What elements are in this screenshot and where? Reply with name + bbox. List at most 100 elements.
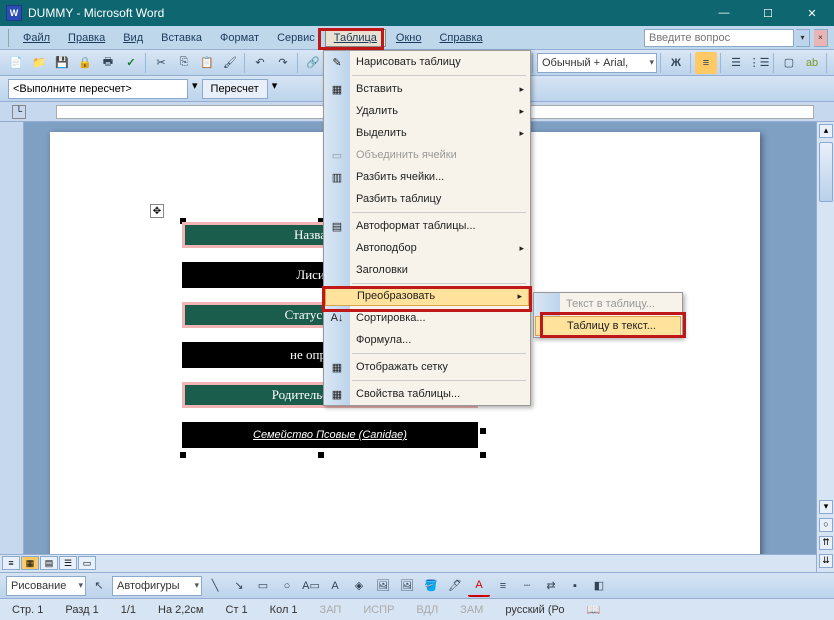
close-doc-button[interactable]: × xyxy=(814,29,828,47)
line-icon[interactable]: ╲ xyxy=(204,575,226,597)
3d-icon[interactable]: ◧ xyxy=(588,575,610,597)
rectangle-icon[interactable]: ▭ xyxy=(252,575,274,597)
submenu-item[interactable]: Таблицу в текст... xyxy=(535,316,681,336)
menu-item[interactable]: ▤Автоформат таблицы... xyxy=(324,215,530,237)
menu-file[interactable]: Файл xyxy=(15,30,58,46)
select-browse-object[interactable]: ○ xyxy=(819,518,833,532)
close-button[interactable]: ✕ xyxy=(790,0,834,26)
menu-item[interactable]: Удалить▸ xyxy=(324,100,530,122)
help-question-input[interactable] xyxy=(644,29,794,47)
menu-item[interactable]: ▦Отображать сетку xyxy=(324,356,530,378)
scroll-up-button[interactable]: ▴ xyxy=(819,124,833,138)
clipart-icon[interactable]: 🖼 xyxy=(372,575,394,597)
new-doc-icon[interactable]: 📄 xyxy=(5,52,27,74)
reading-view-icon[interactable]: ▭ xyxy=(78,556,96,570)
save-icon[interactable]: 💾 xyxy=(51,52,73,74)
menu-window[interactable]: Окно xyxy=(388,30,430,46)
outline-view-icon[interactable]: ☰ xyxy=(59,556,77,570)
textbox-icon[interactable]: A▭ xyxy=(300,575,322,597)
menu-item[interactable]: ▥Разбить ячейки... xyxy=(324,166,530,188)
diagram-icon[interactable]: ◈ xyxy=(348,575,370,597)
vertical-ruler[interactable] xyxy=(0,122,24,572)
menu-item[interactable]: Формула... xyxy=(324,329,530,351)
prev-page-button[interactable]: ⇈ xyxy=(819,536,833,550)
bullets-icon[interactable]: ⋮☰ xyxy=(748,52,770,74)
copy-icon[interactable]: ⎘ xyxy=(173,52,195,74)
dash-style-icon[interactable]: ┄ xyxy=(516,575,538,597)
highlight-icon[interactable]: ab xyxy=(801,52,823,74)
scroll-thumb[interactable] xyxy=(819,142,833,202)
autoshapes-menu[interactable]: Автофигуры xyxy=(112,576,202,596)
menu-help[interactable]: Справка xyxy=(431,30,490,46)
line-style-icon[interactable]: ≡ xyxy=(492,575,514,597)
menu-view[interactable]: Вид xyxy=(115,30,151,46)
menu-item[interactable]: Автоподбор▸ xyxy=(324,237,530,259)
open-icon[interactable]: 📁 xyxy=(28,52,50,74)
status-ovr[interactable]: ЗАМ xyxy=(454,604,489,616)
numbering-icon[interactable]: ☰ xyxy=(725,52,747,74)
tab-selector[interactable]: └ xyxy=(12,105,26,119)
status-trk[interactable]: ИСПР xyxy=(357,604,400,616)
style-combo[interactable]: Обычный + Arial, xyxy=(537,53,657,73)
spellcheck-icon[interactable]: ✓ xyxy=(120,52,142,74)
draw-menu[interactable]: Рисование xyxy=(6,576,86,596)
maximize-button[interactable]: ☐ xyxy=(746,0,790,26)
status-ext[interactable]: ВДЛ xyxy=(410,604,444,616)
select-objects-icon[interactable]: ↖ xyxy=(88,575,110,597)
arrow-style-icon[interactable]: ⇄ xyxy=(540,575,562,597)
recalc-button[interactable]: Пересчет xyxy=(202,79,268,99)
vertical-scrollbar[interactable]: ▴ ▾ ○ ⇈ ⇊ xyxy=(816,122,834,572)
menu-table[interactable]: Таблица xyxy=(325,29,386,47)
cut-icon[interactable]: ✂ xyxy=(150,52,172,74)
menu-format[interactable]: Формат xyxy=(212,30,267,46)
menu-insert[interactable]: Вставка xyxy=(153,30,210,46)
web-view-icon[interactable]: ▦ xyxy=(21,556,39,570)
redo-icon[interactable]: ↷ xyxy=(272,52,294,74)
recalc-field[interactable]: <Выполните пересчет> xyxy=(8,79,188,99)
selection-handle[interactable] xyxy=(318,452,324,458)
table-data-cell[interactable]: Семейство Псовые (Canidae) xyxy=(182,422,478,448)
selection-handle[interactable] xyxy=(480,452,486,458)
recalc-dropdown[interactable]: ▾ xyxy=(192,79,198,99)
arrow-icon[interactable]: ↘ xyxy=(228,575,250,597)
menu-item[interactable]: A↓Сортировка... xyxy=(324,307,530,329)
permission-icon[interactable]: 🔒 xyxy=(74,52,96,74)
format-painter-icon[interactable]: 🖌 xyxy=(219,52,241,74)
menu-item[interactable]: Выделить▸ xyxy=(324,122,530,144)
undo-icon[interactable]: ↶ xyxy=(249,52,271,74)
scroll-down-button[interactable]: ▾ xyxy=(819,500,833,514)
status-lang[interactable]: русский (Ро xyxy=(499,604,570,616)
align-left-icon[interactable]: ≡ xyxy=(695,52,717,74)
menu-item[interactable]: ▦Вставить▸ xyxy=(324,78,530,100)
minimize-button[interactable]: — xyxy=(702,0,746,26)
font-color-icon[interactable]: A xyxy=(468,575,490,597)
picture-icon[interactable]: 🖼 xyxy=(396,575,418,597)
bold-icon[interactable]: Ж xyxy=(665,52,687,74)
shadow-icon[interactable]: ▪ xyxy=(564,575,586,597)
menu-edit[interactable]: Правка xyxy=(60,30,113,46)
selection-handle[interactable] xyxy=(180,452,186,458)
selection-handle[interactable] xyxy=(480,428,486,434)
wordart-icon[interactable]: A xyxy=(324,575,346,597)
print-view-icon[interactable]: ▤ xyxy=(40,556,58,570)
menu-item[interactable]: ✎Нарисовать таблицу xyxy=(324,51,530,73)
next-page-button[interactable]: ⇊ xyxy=(819,554,833,568)
paste-icon[interactable]: 📋 xyxy=(196,52,218,74)
status-rec[interactable]: ЗАП xyxy=(314,604,348,616)
hyperlink-icon[interactable]: 🔗 xyxy=(302,52,324,74)
line-color-icon[interactable]: 🖊 xyxy=(444,575,466,597)
recalc-menu-dropdown[interactable]: ▾ xyxy=(272,79,278,99)
menu-item[interactable]: ▦Свойства таблицы... xyxy=(324,383,530,405)
print-icon[interactable]: 🖶 xyxy=(97,52,119,74)
fill-color-icon[interactable]: 🪣 xyxy=(420,575,442,597)
menu-item[interactable]: Преобразовать▸ xyxy=(325,286,529,306)
borders-icon[interactable]: ▢ xyxy=(778,52,800,74)
normal-view-icon[interactable]: ≡ xyxy=(2,556,20,570)
help-question-dropdown[interactable]: ▾ xyxy=(796,29,810,47)
status-book-icon[interactable]: 📖 xyxy=(581,603,607,616)
menu-tools[interactable]: Сервис xyxy=(269,30,323,46)
horizontal-scrollbar[interactable]: ≡ ▦ ▤ ☰ ▭ xyxy=(0,554,816,572)
table-move-handle[interactable]: ✥ xyxy=(150,204,164,218)
menu-item[interactable]: Заголовки xyxy=(324,259,530,281)
oval-icon[interactable]: ○ xyxy=(276,575,298,597)
